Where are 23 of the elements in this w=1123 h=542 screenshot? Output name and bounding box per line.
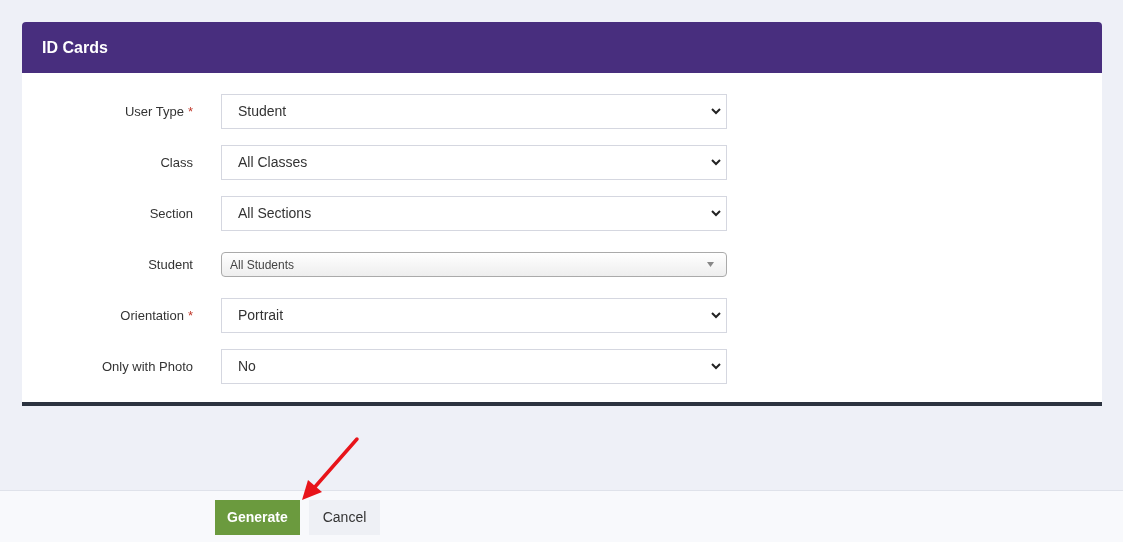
select-field[interactable]: Student: [221, 94, 727, 129]
chevron-down-icon: [711, 210, 721, 217]
combo-field[interactable]: All Students: [221, 252, 727, 277]
required-mark: *: [187, 102, 193, 121]
field-label: User Type: [124, 102, 184, 121]
select-field[interactable]: No: [221, 349, 727, 384]
field-label: Student: [148, 255, 193, 274]
field-label: Only with Photo: [101, 357, 193, 376]
chevron-down-icon: [711, 159, 721, 166]
card-title: ID Cards: [42, 37, 108, 58]
field-label: Class: [160, 153, 193, 172]
chevron-down-icon: [711, 363, 721, 370]
select-field[interactable]: All Sections: [221, 196, 727, 231]
required-mark: *: [187, 306, 193, 325]
annotation-arrow: [300, 436, 360, 502]
field-label: Orientation: [120, 306, 184, 325]
cancel-button[interactable]: Cancel: [308, 499, 381, 535]
select-field[interactable]: Portrait: [221, 298, 727, 333]
chevron-down-icon: [711, 108, 721, 115]
field-label: Section: [149, 204, 193, 223]
dropdown-triangle-icon: [707, 262, 714, 267]
chevron-down-icon: [711, 312, 721, 319]
select-field[interactable]: All Classes: [221, 145, 727, 180]
